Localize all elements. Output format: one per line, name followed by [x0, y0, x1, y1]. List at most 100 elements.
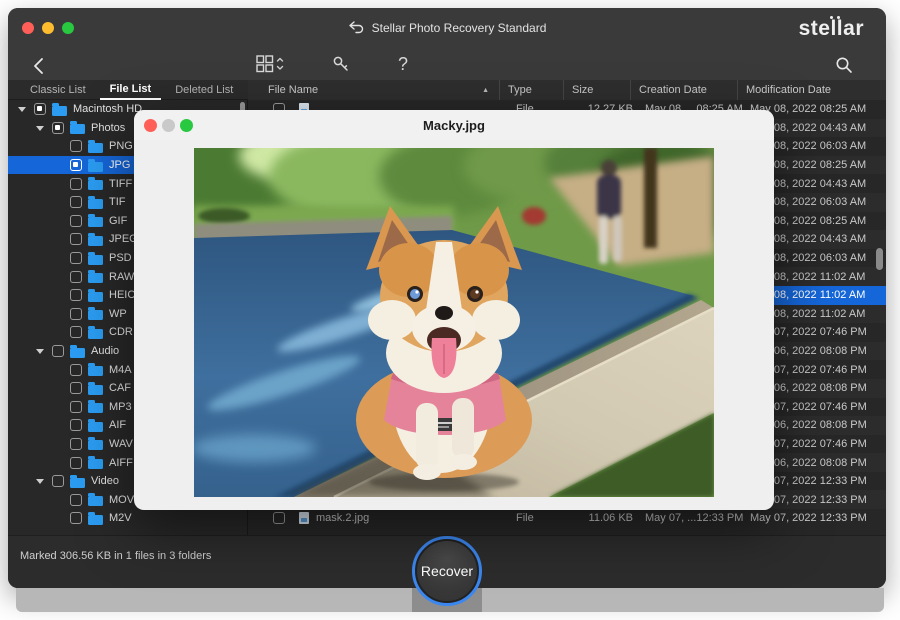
tree-item-label: MOV: [109, 494, 134, 506]
preview-photo: [194, 148, 714, 497]
checkbox-mp3[interactable]: [70, 401, 82, 413]
tree-item-mp3[interactable]: MP3: [8, 398, 146, 417]
table-row[interactable]: mask.2.jpgFile11.06 KBMay 07, ...12:33 P…: [248, 509, 886, 528]
checkbox-tif[interactable]: [70, 196, 82, 208]
row-checkbox[interactable]: [273, 512, 285, 524]
tree-item-wp[interactable]: WP: [8, 305, 141, 324]
recover-button[interactable]: Recover: [412, 536, 482, 606]
checkbox-aiff[interactable]: [70, 457, 82, 469]
folder-icon: [52, 106, 67, 116]
checkbox-caf[interactable]: [70, 382, 82, 394]
checkbox-psd[interactable]: [70, 252, 82, 264]
preview-title: Macky.jpg: [134, 110, 774, 140]
tree-item-psd[interactable]: PSD: [8, 249, 146, 268]
checkbox-cdr[interactable]: [70, 326, 82, 338]
tab-classic-list[interactable]: Classic List: [20, 82, 96, 99]
checkbox-heic[interactable]: [70, 289, 82, 301]
checkbox-wav[interactable]: [70, 438, 82, 450]
tree-item-m2v[interactable]: M2V: [8, 509, 146, 528]
tree-item-jpeg[interactable]: JPEG: [8, 230, 152, 249]
disclosure-caret-icon[interactable]: [34, 345, 46, 357]
folder-icon: [88, 459, 103, 469]
checkbox-aif[interactable]: [70, 419, 82, 431]
folder-icon: [88, 199, 103, 209]
disclosure-caret-icon: [52, 419, 64, 431]
folder-icon: [88, 255, 103, 265]
column-header-size[interactable]: Size: [563, 80, 630, 100]
tree-item-m4a[interactable]: M4A: [8, 360, 146, 379]
tree-item-heic[interactable]: HEIC: [8, 286, 149, 305]
checkbox-wp[interactable]: [70, 308, 82, 320]
tree-item-wav[interactable]: WAV: [8, 435, 147, 454]
deep-scan-button[interactable]: [332, 51, 350, 77]
tree-item-label: Photos: [91, 122, 125, 134]
tree-item-label: CDR: [109, 326, 133, 338]
disclosure-caret-icon: [52, 289, 64, 301]
tree-item-label: GIF: [109, 215, 127, 227]
disclosure-caret-icon: [52, 308, 64, 320]
search-button[interactable]: [834, 52, 854, 78]
disclosure-caret-icon: [52, 178, 64, 190]
checkbox-m2v[interactable]: [70, 512, 82, 524]
folder-icon: [70, 348, 85, 358]
tree-item-aif[interactable]: AIF: [8, 416, 140, 435]
tree-item-tif[interactable]: TIF: [8, 193, 140, 212]
checkbox-png[interactable]: [70, 140, 82, 152]
tree-item-mov[interactable]: MOV: [8, 490, 148, 509]
tree-item-raw[interactable]: RAW: [8, 267, 148, 286]
tree-item-photos[interactable]: Photos: [8, 119, 139, 138]
table-scrollbar-thumb[interactable]: [876, 248, 883, 270]
tree-item-caf[interactable]: CAF: [8, 379, 145, 398]
tree-item-video[interactable]: Video: [8, 472, 133, 491]
tree-item-aiff[interactable]: AIFF: [8, 453, 147, 472]
disclosure-caret-icon: [52, 382, 64, 394]
back-button[interactable]: [28, 53, 48, 79]
recover-button-label: Recover: [421, 563, 473, 579]
column-header-modification-date[interactable]: Modification Date: [737, 80, 886, 100]
checkbox-tiff[interactable]: [70, 178, 82, 190]
column-header-file-name[interactable]: File Name ▲: [248, 80, 499, 100]
view-selector-button[interactable]: [256, 51, 284, 77]
checkbox-jpg[interactable]: [70, 159, 82, 171]
checkbox-raw[interactable]: [70, 271, 82, 283]
tree-item-label: PSD: [109, 252, 132, 264]
search-icon: [834, 55, 854, 75]
tree-item-label: M4A: [109, 364, 132, 376]
checkbox-audio[interactable]: [52, 345, 64, 357]
checkbox-mov[interactable]: [70, 494, 82, 506]
type-cell: File: [507, 512, 571, 524]
tree-item-jpg[interactable]: JPG: [8, 156, 144, 175]
tree-item-audio[interactable]: Audio: [8, 342, 133, 361]
folder-icon: [88, 143, 103, 153]
disclosure-caret-icon[interactable]: [16, 103, 28, 115]
column-header-creation-date[interactable]: Creation Date: [630, 80, 737, 100]
checkbox-m4a[interactable]: [70, 364, 82, 376]
checkbox-photos[interactable]: [52, 122, 64, 134]
tree-item-gif[interactable]: GIF: [8, 212, 141, 231]
tree-item-label: WAV: [109, 438, 133, 450]
checkbox-jpeg[interactable]: [70, 233, 82, 245]
folder-icon: [70, 478, 85, 488]
tree-item-label: PNG: [109, 140, 133, 152]
disclosure-caret-icon: [52, 326, 64, 338]
tab-deleted-list[interactable]: Deleted List: [165, 82, 243, 99]
disclosure-caret-icon[interactable]: [34, 475, 46, 487]
tree-item-png[interactable]: PNG: [8, 137, 147, 156]
disclosure-caret-icon: [52, 252, 64, 264]
tab-file-list[interactable]: File List: [100, 81, 162, 100]
folder-icon: [88, 440, 103, 450]
disclosure-caret-icon: [52, 140, 64, 152]
nav-row: Classic List File List Deleted List File…: [8, 80, 886, 100]
help-button[interactable]: ?: [398, 51, 408, 77]
disclosure-caret-icon[interactable]: [34, 122, 46, 134]
column-header-type[interactable]: Type: [499, 80, 563, 100]
titlebar: Stellar Photo Recovery Standard stellar: [8, 8, 886, 48]
disclosure-caret-icon: [52, 512, 64, 524]
checkbox-macintosh-hd[interactable]: [34, 103, 46, 115]
tree-item-cdr[interactable]: CDR: [8, 323, 147, 342]
tree-item-tiff[interactable]: TIFF: [8, 174, 146, 193]
checkbox-video[interactable]: [52, 475, 64, 487]
tree-item-label: Video: [91, 475, 119, 487]
question-mark-icon: ?: [398, 54, 408, 75]
checkbox-gif[interactable]: [70, 215, 82, 227]
